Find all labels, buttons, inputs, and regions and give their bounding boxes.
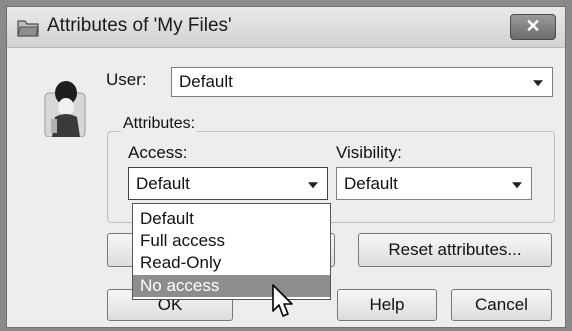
attributes-group-label: Attributes:: [121, 115, 198, 133]
cancel-button[interactable]: Cancel: [451, 289, 552, 321]
chevron-down-icon: [512, 181, 522, 188]
access-dropdown-list: Default Full access Read-Only No access: [132, 203, 331, 300]
access-option-readonly[interactable]: Read-Only: [133, 252, 330, 274]
access-select[interactable]: Default: [128, 167, 328, 200]
title-bar[interactable]: Attributes of 'My Files' ✕: [7, 7, 565, 48]
user-select-value: Default: [179, 72, 233, 91]
visibility-label: Visibility:: [336, 143, 402, 162]
chevron-down-icon: [308, 181, 318, 188]
close-button[interactable]: ✕: [510, 14, 556, 40]
window-title: Attributes of 'My Files': [47, 15, 232, 36]
help-button[interactable]: Help: [337, 289, 437, 321]
access-label: Access:: [128, 143, 188, 162]
mouse-pointer-icon: [272, 284, 293, 317]
access-select-value: Default: [136, 173, 190, 193]
reset-attributes-button[interactable]: Reset attributes...: [358, 233, 552, 267]
access-option-none[interactable]: No access: [133, 275, 330, 297]
user-avatar-icon: [44, 81, 86, 137]
chevron-down-icon: [533, 80, 543, 87]
access-option-default[interactable]: Default: [133, 208, 330, 230]
folder-icon: [17, 20, 39, 37]
user-label: User:: [106, 70, 147, 89]
attributes-dialog: Attributes of 'My Files' ✕ User: Default…: [6, 6, 566, 328]
visibility-select[interactable]: Default: [336, 167, 532, 200]
access-option-full[interactable]: Full access: [133, 230, 330, 252]
visibility-select-value: Default: [344, 173, 398, 193]
user-select[interactable]: Default: [171, 67, 553, 97]
